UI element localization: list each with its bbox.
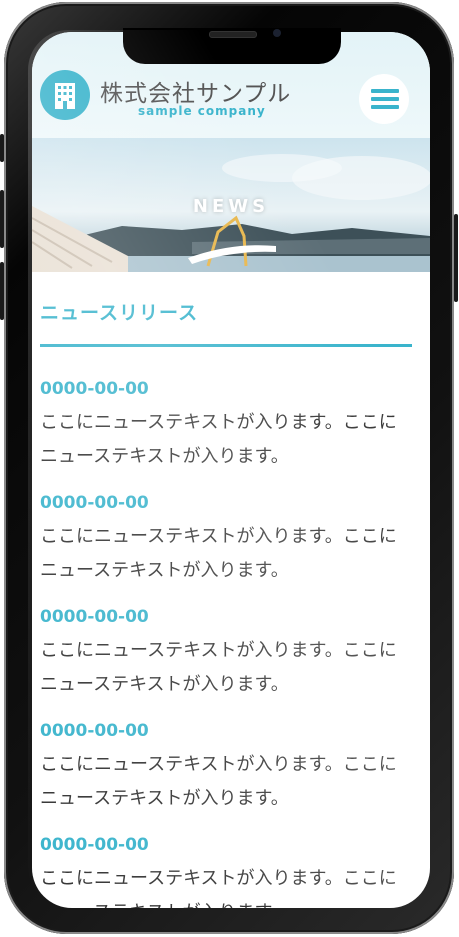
company-subtitle: sample company bbox=[138, 104, 266, 118]
news-date: 0000-00-00 bbox=[40, 607, 149, 627]
power-button bbox=[454, 214, 458, 302]
news-item[interactable]: 0000-00-00 ここにニューステキストが入ります。ここにニューステキストが… bbox=[40, 490, 405, 604]
section-title: ニュースリリース bbox=[40, 302, 199, 324]
news-date: 0000-00-00 bbox=[40, 721, 149, 741]
news-item[interactable]: 0000-00-00 ここにニューステキストが入ります。ここにニューステキストが… bbox=[40, 604, 405, 718]
hamburger-menu-button[interactable] bbox=[359, 74, 409, 124]
news-date: 0000-00-00 bbox=[40, 835, 149, 855]
speaker-grille bbox=[209, 31, 257, 38]
news-item[interactable]: 0000-00-00 ここにニューステキストが入ります。ここにニューステキストが… bbox=[40, 832, 405, 908]
news-text[interactable]: ここにニューステキストが入ります。ここにニューステキストが入ります。 bbox=[40, 748, 405, 816]
section-divider bbox=[40, 344, 412, 347]
news-date: 0000-00-00 bbox=[40, 379, 149, 399]
news-item[interactable]: 0000-00-00 ここにニューステキストが入ります。ここにニューステキストが… bbox=[40, 718, 405, 832]
phone-notch bbox=[123, 28, 341, 64]
news-text[interactable]: ここにニューステキストが入ります。ここにニューステキストが入ります。 bbox=[40, 634, 405, 702]
news-date: 0000-00-00 bbox=[40, 493, 149, 513]
front-camera bbox=[273, 29, 281, 37]
volume-up-button bbox=[0, 190, 4, 248]
hero-banner: NEWS bbox=[32, 138, 430, 272]
hero-title: NEWS bbox=[192, 196, 270, 217]
volume-down-button bbox=[0, 262, 4, 320]
news-item[interactable]: 0000-00-00 ここにニューステキストが入ります。ここにニューステキストが… bbox=[40, 376, 405, 490]
news-text[interactable]: ここにニューステキストが入ります。ここにニューステキストが入ります。 bbox=[40, 862, 405, 908]
news-list: 0000-00-00 ここにニューステキストが入ります。ここにニューステキストが… bbox=[40, 376, 405, 908]
company-name[interactable]: 株式会社サンプル bbox=[100, 74, 291, 108]
building-icon bbox=[55, 83, 75, 109]
phone-screen: 株式会社サンプル sample company NEWS ニュースリリース 00… bbox=[32, 32, 430, 908]
news-text[interactable]: ここにニューステキストが入ります。ここにニューステキストが入ります。 bbox=[40, 406, 405, 474]
silent-switch bbox=[0, 134, 4, 162]
news-text[interactable]: ここにニューステキストが入ります。ここにニューステキストが入ります。 bbox=[40, 520, 405, 588]
phone-frame: 株式会社サンプル sample company NEWS ニュースリリース 00… bbox=[0, 2, 458, 934]
logo[interactable] bbox=[40, 70, 90, 120]
